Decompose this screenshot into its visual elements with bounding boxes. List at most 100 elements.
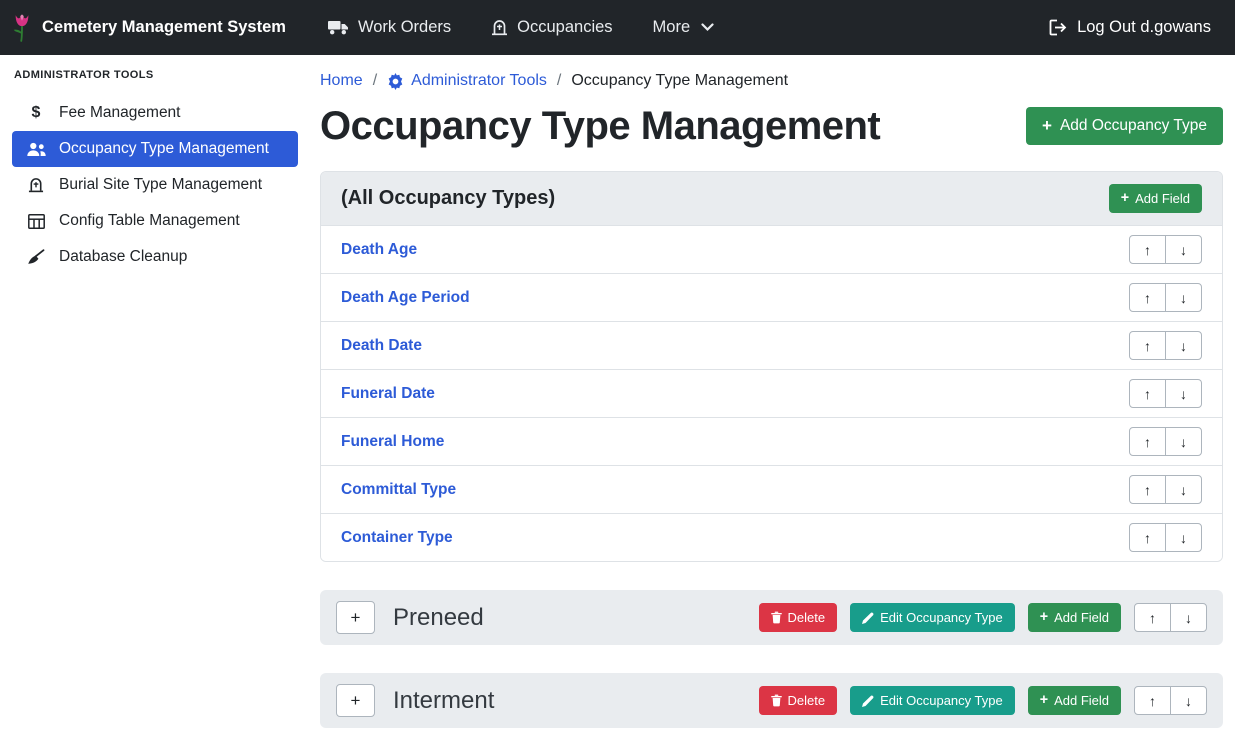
all-occupancy-types-header: (All Occupancy Types) + Add Field xyxy=(321,172,1222,226)
delete-button[interactable]: Delete xyxy=(759,603,838,632)
move-down-button[interactable]: ↓ xyxy=(1165,379,1202,408)
reorder-controls: ↑ ↓ xyxy=(1129,427,1202,456)
sidebar-item-label: Config Table Management xyxy=(59,212,240,230)
arrow-down-icon: ↓ xyxy=(1180,482,1187,498)
sidebar-item-config-table-management[interactable]: Config Table Management xyxy=(12,203,298,239)
sidebar-item-burial-site-type-management[interactable]: Burial Site Type Management xyxy=(12,167,298,203)
logout-button[interactable]: Log Out d.gowans xyxy=(1049,18,1211,37)
add-field-button[interactable]: + Add Field xyxy=(1028,686,1121,715)
field-row: Death Date ↑ ↓ xyxy=(321,322,1222,370)
sidebar: ADMINISTRATOR TOOLS $ Fee Management Occ… xyxy=(0,55,308,738)
nav-more-label: More xyxy=(653,18,691,37)
field-link-death-age[interactable]: Death Age xyxy=(341,241,417,259)
nav-work-orders[interactable]: Work Orders xyxy=(328,18,451,37)
edit-occupancy-type-button[interactable]: Edit Occupancy Type xyxy=(850,686,1015,715)
arrow-down-icon: ↓ xyxy=(1180,386,1187,402)
move-up-button[interactable]: ↑ xyxy=(1129,379,1166,408)
occupancy-type-section-preneed: + Preneed Delete xyxy=(320,590,1223,645)
reorder-controls: ↑ ↓ xyxy=(1129,523,1202,552)
plus-icon: + xyxy=(1040,693,1048,707)
nav-occupancies[interactable]: Occupancies xyxy=(491,18,612,37)
arrow-down-icon: ↓ xyxy=(1180,530,1187,546)
reorder-controls: ↑ ↓ xyxy=(1134,686,1207,715)
arrow-down-icon: ↓ xyxy=(1180,338,1187,354)
arrow-up-icon: ↑ xyxy=(1144,338,1151,354)
move-up-button[interactable]: ↑ xyxy=(1134,686,1171,715)
move-up-button[interactable]: ↑ xyxy=(1129,235,1166,264)
move-down-button[interactable]: ↓ xyxy=(1165,523,1202,552)
field-link-committal-type[interactable]: Committal Type xyxy=(341,481,456,499)
move-down-button[interactable]: ↓ xyxy=(1165,235,1202,264)
edit-occupancy-type-button[interactable]: Edit Occupancy Type xyxy=(850,603,1015,632)
move-up-button[interactable]: ↑ xyxy=(1129,427,1166,456)
move-down-button[interactable]: ↓ xyxy=(1165,283,1202,312)
move-up-button[interactable]: ↑ xyxy=(1129,523,1166,552)
arrow-up-icon: ↑ xyxy=(1144,290,1151,306)
add-field-label: Add Field xyxy=(1054,693,1109,708)
field-link-death-date[interactable]: Death Date xyxy=(341,337,422,355)
delete-label: Delete xyxy=(788,610,826,625)
field-link-funeral-date[interactable]: Funeral Date xyxy=(341,385,435,403)
move-down-button[interactable]: ↓ xyxy=(1170,686,1207,715)
occupancy-type-name: Interment xyxy=(393,687,494,715)
add-field-button[interactable]: + Add Field xyxy=(1109,184,1202,213)
flower-logo-icon xyxy=(12,13,32,43)
tombstone-icon xyxy=(26,177,46,193)
trash-icon xyxy=(771,694,782,707)
gear-icon xyxy=(387,73,404,90)
breadcrumb-current: Occupancy Type Management xyxy=(571,72,788,90)
move-down-button[interactable]: ↓ xyxy=(1165,475,1202,504)
field-link-funeral-home[interactable]: Funeral Home xyxy=(341,433,444,451)
delete-button[interactable]: Delete xyxy=(759,686,838,715)
field-link-death-age-period[interactable]: Death Age Period xyxy=(341,289,470,307)
users-icon xyxy=(26,142,46,157)
field-row: Committal Type ↑ ↓ xyxy=(321,466,1222,514)
sidebar-item-fee-management[interactable]: $ Fee Management xyxy=(12,95,298,131)
field-row: Death Age Period ↑ ↓ xyxy=(321,274,1222,322)
top-navbar: Cemetery Management System Work Orders O… xyxy=(0,0,1235,55)
truck-icon xyxy=(328,19,349,36)
plus-icon: + xyxy=(1040,610,1048,624)
nav-occupancies-label: Occupancies xyxy=(517,18,612,37)
reorder-controls: ↑ ↓ xyxy=(1129,475,1202,504)
move-down-button[interactable]: ↓ xyxy=(1165,331,1202,360)
breadcrumb: Home / Administrator Tools / Occupancy T… xyxy=(320,72,1223,90)
dollar-icon: $ xyxy=(26,104,46,122)
move-up-button[interactable]: ↑ xyxy=(1129,331,1166,360)
arrow-up-icon: ↑ xyxy=(1144,386,1151,402)
field-row: Funeral Date ↑ ↓ xyxy=(321,370,1222,418)
edit-occupancy-type-label: Edit Occupancy Type xyxy=(880,693,1003,708)
add-occupancy-type-button[interactable]: + Add Occupancy Type xyxy=(1026,107,1223,145)
field-row: Container Type ↑ ↓ xyxy=(321,514,1222,561)
plus-icon: + xyxy=(351,608,361,628)
arrow-up-icon: ↑ xyxy=(1144,434,1151,450)
move-up-button[interactable]: ↑ xyxy=(1134,603,1171,632)
arrow-down-icon: ↓ xyxy=(1185,610,1192,626)
app-brand[interactable]: Cemetery Management System xyxy=(12,13,286,43)
breadcrumb-admin-tools-link[interactable]: Administrator Tools xyxy=(387,72,547,90)
field-link-container-type[interactable]: Container Type xyxy=(341,529,453,547)
sidebar-item-occupancy-type-management[interactable]: Occupancy Type Management xyxy=(12,131,298,167)
move-up-button[interactable]: ↑ xyxy=(1129,475,1166,504)
move-down-button[interactable]: ↓ xyxy=(1170,603,1207,632)
arrow-up-icon: ↑ xyxy=(1144,242,1151,258)
sidebar-item-database-cleanup[interactable]: Database Cleanup xyxy=(12,239,298,275)
all-occupancy-types-card: (All Occupancy Types) + Add Field Death … xyxy=(320,171,1223,562)
expand-button[interactable]: + xyxy=(336,601,375,634)
plus-icon: + xyxy=(1042,117,1052,134)
breadcrumb-home-link[interactable]: Home xyxy=(320,72,363,90)
arrow-down-icon: ↓ xyxy=(1180,242,1187,258)
move-down-button[interactable]: ↓ xyxy=(1165,427,1202,456)
sidebar-item-label: Occupancy Type Management xyxy=(59,140,269,158)
add-occupancy-type-label: Add Occupancy Type xyxy=(1060,117,1207,135)
reorder-controls: ↑ ↓ xyxy=(1129,379,1202,408)
sidebar-item-label: Burial Site Type Management xyxy=(59,176,262,194)
breadcrumb-separator: / xyxy=(557,72,561,90)
expand-button[interactable]: + xyxy=(336,684,375,717)
arrow-down-icon: ↓ xyxy=(1180,434,1187,450)
delete-label: Delete xyxy=(788,693,826,708)
logout-icon xyxy=(1049,19,1068,36)
add-field-button[interactable]: + Add Field xyxy=(1028,603,1121,632)
nav-more[interactable]: More xyxy=(653,18,715,37)
move-up-button[interactable]: ↑ xyxy=(1129,283,1166,312)
